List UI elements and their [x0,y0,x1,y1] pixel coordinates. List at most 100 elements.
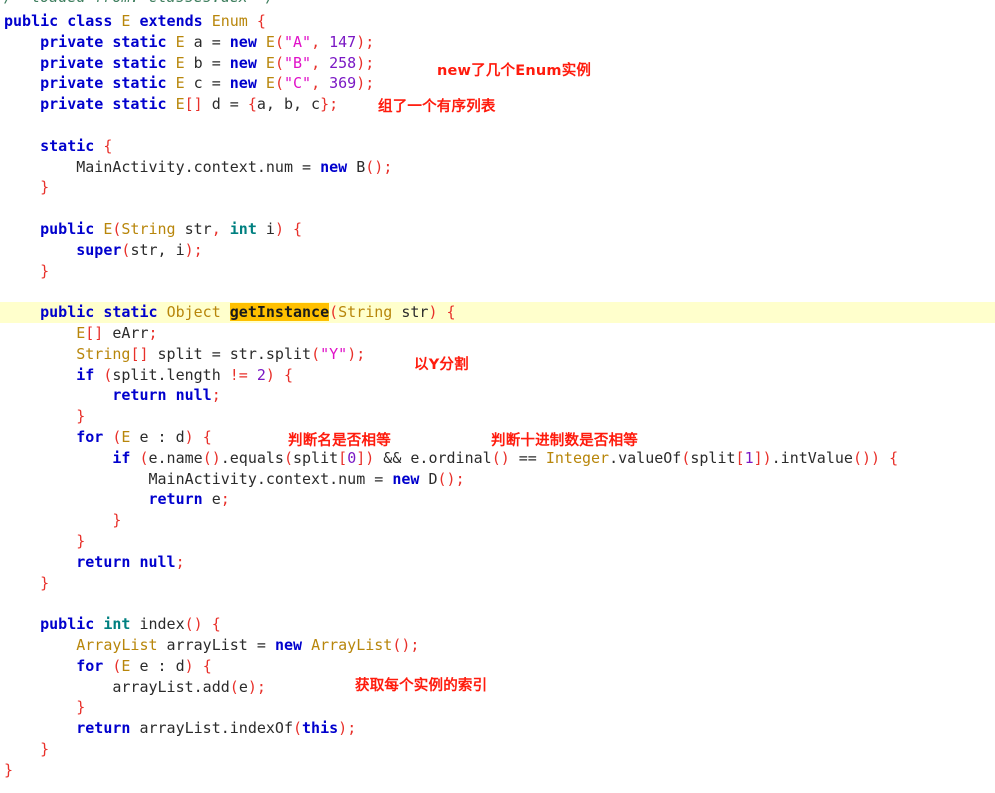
token-punct: , [311,53,330,72]
token-punct: ) [265,365,275,384]
line-for-each-2[interactable]: for (E e : d) { [0,656,995,677]
line-for-close-1[interactable]: } [0,531,995,552]
token-classname: String [76,344,131,363]
line-index-decl[interactable]: public int index() { [0,614,995,635]
token-plain: && [374,448,411,467]
line-if-length[interactable]: if (split.length != 2) { [0,365,995,386]
line-ctor-super[interactable]: super(str, i); [0,240,995,261]
line-for-close-2[interactable]: } [0,697,995,718]
token-punct: ; [356,344,366,363]
token-punct: ) [356,53,366,72]
line-if-close-2[interactable]: } [0,510,995,531]
token-keyword: static [112,32,167,51]
line-if-name-ordinal[interactable]: if (e.name().equals(split[0]) && e.ordin… [0,448,995,469]
line-static-assign-num-b[interactable]: MainActivity.context.num = new B(); [0,157,995,178]
token-punct: ; [175,552,185,571]
line-split-call[interactable]: String[] split = str.split("Y"); [0,344,995,365]
token-plain: str [175,219,212,238]
line-return-null-2[interactable]: return null; [0,552,995,573]
token-punct: } [40,178,50,197]
token-plain: .intValue [771,448,853,467]
token-keyword: new [229,53,257,72]
token-op: = [293,157,321,176]
token-punct: () [852,448,871,467]
line-return-indexof[interactable]: return arrayList.indexOf(this); [0,718,995,739]
token-punct: { [103,136,113,155]
token-plain: e.ordinal [410,448,492,467]
token-punct: ; [365,32,375,51]
token-classname: String [338,303,393,322]
line-assign-num-d[interactable]: MainActivity.context.num = new D(); [0,469,995,490]
line-return-e[interactable]: return e; [0,489,995,510]
line-getinstance-decl[interactable]: public static Object getInstance(String … [0,302,995,323]
line-field-a[interactable]: private static E a = new E("A", 147); [0,32,995,53]
line-field-d-array[interactable]: private static E[] d = {a, b, c}; [0,94,995,115]
line-blank-1[interactable] [0,115,995,136]
annotation-split-by-y: 以Y分割 [414,357,469,373]
line-new-arraylist[interactable]: ArrayList arrayList = new ArrayList(); [0,635,995,656]
token-punct: , [311,74,330,93]
token-punct: ; [256,677,266,696]
token-ident: E [265,74,275,93]
line-arraylist-add[interactable]: arrayList.add(e); [0,677,995,698]
token-ident: E [175,32,185,51]
line-static-block-open[interactable]: static { [0,136,995,157]
token-punct: ( [311,344,321,363]
token-type-prim: int [103,615,131,634]
token-keyword: return [76,719,131,738]
line-ctor-decl[interactable]: public E(String str, int i) { [0,219,995,240]
line-index-close[interactable]: } [0,739,995,760]
token-punct: ( [274,32,284,51]
line-decl-earr[interactable]: E[] eArr; [0,323,995,344]
line-getinstance-close[interactable]: } [0,573,995,594]
line-ctor-close[interactable]: } [0,261,995,282]
line-blank-3[interactable] [0,281,995,302]
token-keyword: static [112,95,167,114]
token-punct: } [76,531,86,550]
token-comment: /* loaded from: classes.dex */ [4,0,275,6]
token-punct: ) [762,448,772,467]
token-punct: } [320,95,330,114]
token-plain: MainActivity.context.num [148,469,366,488]
annotation-new-enum-instances: new了几个Enum实例 [437,63,592,79]
line-comment-loaded-from[interactable]: /* loaded from: classes.dex */ [0,0,995,11]
token-hl-occurrence[interactable]: getInstance [229,303,330,322]
token-op: = [365,469,393,488]
line-blank-4[interactable] [0,593,995,614]
token-plain: .equals [220,448,284,467]
line-blank-2[interactable] [0,198,995,219]
line-class-decl[interactable]: public class E extends Enum { [0,11,995,32]
token-plain: index [139,615,185,634]
code-lines-container[interactable]: /* loaded from: classes.dex */ public cla… [0,0,995,780]
line-if-close-1[interactable]: } [0,406,995,427]
token-punct: ) [184,427,194,446]
line-class-close[interactable]: } [0,760,995,781]
token-punct: } [76,407,86,426]
token-punct: ( [274,53,284,72]
line-static-block-close[interactable]: } [0,177,995,198]
line-return-null-1[interactable]: return null; [0,385,995,406]
token-punct: () [365,157,384,176]
code-viewer[interactable]: /* loaded from: classes.dex */ public cla… [0,0,995,793]
token-plain: e [202,490,221,509]
